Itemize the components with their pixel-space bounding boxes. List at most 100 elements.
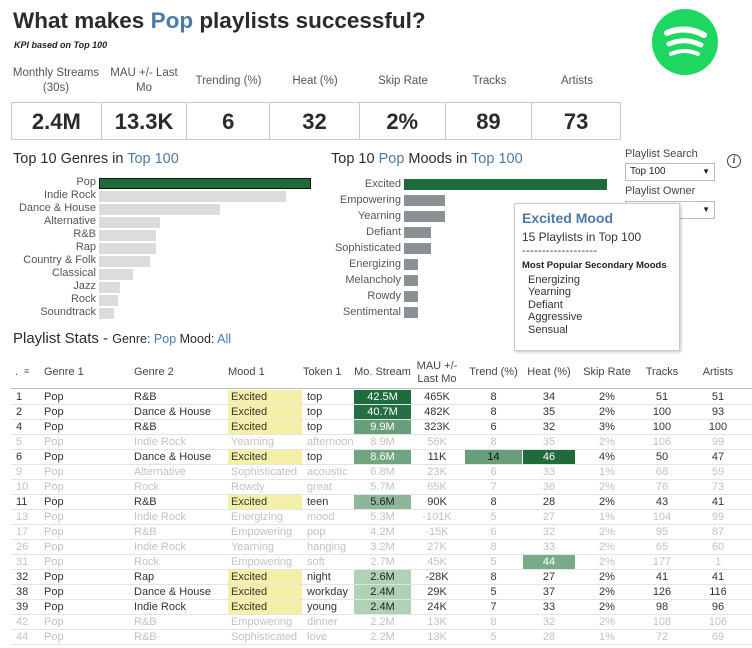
genre-bar[interactable] bbox=[99, 282, 120, 293]
column-header[interactable]: Tracks bbox=[638, 356, 686, 389]
table-cell-g1: Pop bbox=[44, 451, 64, 463]
table-cell-g2: R&B bbox=[134, 631, 157, 643]
column-header[interactable]: MAU +/- Last Mo bbox=[412, 356, 462, 389]
chevron-down-icon: ▼ bbox=[702, 167, 710, 176]
genre-bar[interactable] bbox=[99, 256, 150, 267]
table-cell-mood: Sophisticated bbox=[231, 631, 298, 643]
table-cell-mood: Excited bbox=[228, 585, 302, 599]
table-cell-tracks: 106 bbox=[652, 436, 672, 448]
genre-bar[interactable] bbox=[99, 230, 156, 241]
table-cell-trend: 8 bbox=[490, 616, 497, 628]
table-cell-g1: Pop bbox=[44, 616, 64, 628]
spotify-logo-icon bbox=[652, 9, 718, 75]
column-header[interactable]: Genre 2 bbox=[134, 356, 226, 389]
genre-bar[interactable] bbox=[99, 243, 156, 254]
sort-icon[interactable]: ≡ bbox=[24, 366, 29, 376]
mood-bar[interactable] bbox=[404, 179, 607, 190]
table-row[interactable]: 1 Pop R&B Excited top 42.5M 465K 8 34 2% 51 51 bbox=[11, 390, 752, 405]
column-header[interactable]: Heat (%) bbox=[523, 356, 575, 389]
genre-bar[interactable] bbox=[99, 269, 133, 280]
column-header[interactable]: Artists bbox=[689, 356, 747, 389]
column-header[interactable]: Skip Rate bbox=[577, 356, 637, 389]
genre-label: Rap bbox=[75, 241, 96, 253]
column-header[interactable]: Genre 1 bbox=[44, 356, 132, 389]
mood-bar[interactable] bbox=[404, 291, 418, 302]
table-cell-stream: 6.8M bbox=[370, 466, 395, 478]
table-cell-stream: 2.2M bbox=[370, 631, 395, 643]
table-cell-g1: Pop bbox=[44, 466, 64, 478]
genre-bar[interactable] bbox=[99, 204, 220, 215]
table-row[interactable]: 44 Pop R&B Sophisticated love 2.2M 13K 5 28 1% 72 6… bbox=[11, 630, 752, 645]
table-row[interactable]: 31 Pop Rock Empowering soft 2.7M 45K 5 44 2% 177 1 bbox=[11, 555, 752, 570]
table-cell-stream: 8.6M bbox=[354, 450, 411, 464]
column-header[interactable]: Trend (%) bbox=[465, 356, 522, 389]
table-cell-tracks: 177 bbox=[652, 556, 672, 568]
table-row[interactable]: 32 Pop Rap Excited night 2.6M -28K 8 27 2% 41 41 bbox=[11, 570, 752, 585]
mood-bar[interactable] bbox=[404, 211, 445, 222]
table-cell-trend: 8 bbox=[490, 496, 497, 508]
mood-bar[interactable] bbox=[404, 227, 431, 238]
table-cell-artists: 73 bbox=[711, 481, 725, 493]
table-cell-mau: -15K bbox=[425, 526, 449, 538]
mood-bar[interactable] bbox=[404, 259, 418, 270]
table-cell-mau: -101K bbox=[422, 511, 452, 523]
table-cell-mau: 90K bbox=[427, 496, 447, 508]
playlist-search-value: Top 100 bbox=[630, 166, 666, 177]
stats-title-separator: - bbox=[98, 330, 113, 347]
table-cell-artists: 96 bbox=[711, 601, 725, 613]
genre-bar[interactable] bbox=[99, 217, 160, 228]
genre-bar[interactable] bbox=[99, 191, 286, 202]
table-cell-stream: 5.6M bbox=[354, 495, 411, 509]
genre-bar[interactable] bbox=[99, 295, 118, 306]
table-row[interactable]: 5 Pop Indie Rock Yearning afternoon 8.9M 56K 8 3… bbox=[11, 435, 752, 450]
table-cell-rank: 38 bbox=[16, 586, 29, 598]
table-cell-stream: 2.6M bbox=[354, 570, 411, 584]
table-cell-stream: 2.4M bbox=[354, 600, 411, 614]
table-cell-mau: 11K bbox=[427, 451, 447, 463]
table-cell-skip: 2% bbox=[599, 391, 615, 403]
info-icon[interactable]: i bbox=[727, 154, 741, 168]
table-row[interactable]: 42 Pop R&B Empowering dinner 2.2M 13K 8 32 2% 108 1… bbox=[11, 615, 752, 630]
table-row[interactable]: 38 Pop Dance & House Excited workday 2.4M 29K 5… bbox=[11, 585, 752, 600]
table-cell-tracks: 100 bbox=[652, 421, 672, 433]
table-cell-heat: 33 bbox=[542, 466, 556, 478]
table-row[interactable]: 13 Pop Indie Rock Energizing mood 5.3M -101K 5 2… bbox=[11, 510, 752, 525]
table-row[interactable]: 4 Pop R&B Excited top 9.9M 323K 6 32 3% 100 100 bbox=[11, 420, 752, 435]
table-cell-artists: 69 bbox=[711, 631, 725, 643]
table-cell-tracks: 104 bbox=[652, 511, 672, 523]
column-header[interactable]: Mood 1 bbox=[228, 356, 302, 389]
table-cell-tracks: 108 bbox=[652, 616, 672, 628]
tooltip-mood-list: Energizing Yearning Defiant Aggressive Sensu… bbox=[522, 274, 672, 336]
table-row[interactable]: 10 Pop Rock Rowdy great 5.7M 65K 7 36 2% 76 73 bbox=[11, 480, 752, 495]
table-row[interactable]: 2 Pop Dance & House Excited top 40.7M 482K 8 35 2… bbox=[11, 405, 752, 420]
kpi-value: 13.3K bbox=[102, 103, 188, 139]
table-cell-mau: 13K bbox=[427, 631, 447, 643]
table-cell-trend: 8 bbox=[490, 406, 497, 418]
table-cell-g1: Pop bbox=[44, 601, 64, 613]
column-header[interactable]: Mo. Stream bbox=[354, 356, 411, 389]
mood-bar[interactable] bbox=[404, 195, 445, 206]
table-cell-stream: 9.9M bbox=[354, 420, 411, 434]
table-row[interactable]: 39 Pop Indie Rock Excited young 2.4M 24K 7 33 2% 9… bbox=[11, 600, 752, 615]
column-header[interactable]: Token 1 bbox=[303, 356, 353, 389]
mood-bar[interactable] bbox=[404, 307, 418, 318]
table-row[interactable]: 11 Pop R&B Excited teen 5.6M 90K 8 28 2% 43 41 bbox=[11, 495, 752, 510]
table-cell-token: top bbox=[307, 451, 323, 463]
table-cell-heat: 32 bbox=[542, 616, 556, 628]
table-cell-tracks: 72 bbox=[655, 631, 669, 643]
mood-bar[interactable] bbox=[404, 243, 431, 254]
table-row[interactable]: 9 Pop Alternative Sophisticated acoustic 6.8M… bbox=[11, 465, 752, 480]
genre-bar[interactable] bbox=[99, 308, 114, 319]
table-cell-tracks: 65 bbox=[655, 541, 669, 553]
kpi-value: 6 bbox=[187, 103, 271, 139]
table-cell-rank: 1 bbox=[16, 391, 23, 403]
mood-bar[interactable] bbox=[404, 275, 418, 286]
table-cell-artists: 51 bbox=[711, 391, 725, 403]
genre-bar[interactable] bbox=[99, 178, 311, 189]
table-row[interactable]: 26 Pop Indie Rock Yearning hanging 3.2M 27K 8 33… bbox=[11, 540, 752, 555]
table-row[interactable]: 6 Pop Dance & House Excited top 8.6M 11K 14 46 4%… bbox=[11, 450, 752, 465]
table-cell-token: night bbox=[307, 571, 331, 583]
table-cell-mau: 56K bbox=[427, 436, 447, 448]
playlist-search-dropdown[interactable]: Top 100 ▼ bbox=[625, 163, 715, 181]
table-row[interactable]: 17 Pop R&B Empowering pop 4.2M -15K 6 32 2% 95 87 bbox=[11, 525, 752, 540]
